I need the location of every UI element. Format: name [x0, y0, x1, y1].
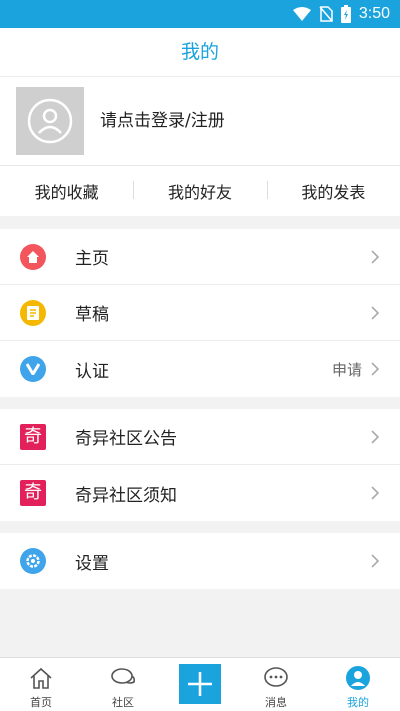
tab-community[interactable]: 社区 — [93, 658, 153, 711]
plus-icon — [188, 672, 212, 696]
status-bar: 3:50 — [0, 0, 400, 28]
tab-label: 我的 — [347, 696, 369, 709]
avatar[interactable] — [16, 87, 84, 155]
quick-links: 我的收藏 我的好友 我的发表 — [0, 165, 400, 216]
message-icon — [264, 667, 288, 687]
chat-bubbles-icon — [111, 668, 136, 684]
menu-item-label: 草稿 — [75, 305, 109, 325]
user-avatar-icon — [27, 98, 73, 144]
chevron-right-icon — [371, 362, 380, 376]
my-posts-link[interactable]: 我的发表 — [266, 179, 400, 203]
verify-v-icon — [20, 356, 46, 382]
menu-item-drafts[interactable]: 草稿 — [0, 285, 400, 341]
menu-item-announcement[interactable]: 奇 奇异社区公告 — [0, 409, 400, 465]
add-post-button[interactable] — [179, 664, 221, 704]
home-outline-icon — [30, 667, 52, 689]
tab-messages[interactable]: 消息 — [246, 658, 306, 711]
draft-icon — [20, 300, 46, 326]
wifi-icon — [292, 7, 311, 21]
tab-label: 社区 — [112, 696, 134, 709]
chevron-right-icon — [371, 554, 380, 568]
no-sim-icon — [319, 6, 333, 22]
chevron-right-icon — [371, 430, 380, 444]
my-friends-link[interactable]: 我的好友 — [133, 179, 266, 203]
menu-item-label: 奇异社区须知 — [75, 485, 177, 506]
apply-label: 申请 — [331, 360, 362, 379]
menu-item-guidelines[interactable]: 奇 奇异社区须知 — [0, 465, 400, 521]
chevron-right-icon — [371, 250, 380, 264]
qi-logo-icon: 奇 — [20, 480, 46, 506]
page-title: 我的 — [0, 28, 400, 76]
profile-icon — [346, 666, 370, 690]
login-register-link[interactable]: 请点击登录/注册 — [100, 77, 225, 166]
tab-label: 首页 — [30, 696, 52, 709]
profile-login-row[interactable]: 请点击登录/注册 — [0, 76, 400, 165]
menu-item-label: 设置 — [75, 553, 109, 574]
menu-item-label: 奇异社区公告 — [75, 429, 177, 449]
qi-logo-icon: 奇 — [20, 424, 46, 450]
tab-home[interactable]: 首页 — [11, 658, 71, 711]
status-time: 3:50 — [358, 5, 390, 22]
home-icon — [20, 244, 46, 270]
tab-profile[interactable]: 我的 — [328, 658, 388, 711]
menu-item-label: 主页 — [75, 249, 109, 269]
my-favorites-link[interactable]: 我的收藏 — [0, 179, 133, 203]
battery-charging-icon — [340, 5, 351, 23]
menu-item-home[interactable]: 主页 — [0, 229, 400, 285]
menu-group-community: 奇 奇异社区公告 奇 奇异社区须知 — [0, 409, 400, 521]
menu-group-settings: 设置 — [0, 533, 400, 589]
menu-item-settings[interactable]: 设置 — [0, 533, 400, 589]
menu-group-main: 主页 草稿 认证 申请 — [0, 229, 400, 397]
tab-label: 消息 — [265, 696, 287, 709]
gear-icon — [20, 548, 46, 574]
chevron-right-icon — [371, 306, 380, 320]
menu-item-verification[interactable]: 认证 申请 — [0, 341, 400, 397]
chevron-right-icon — [371, 486, 380, 500]
menu-item-label: 认证 — [75, 361, 109, 382]
status-icons: 3:50 — [292, 4, 390, 24]
